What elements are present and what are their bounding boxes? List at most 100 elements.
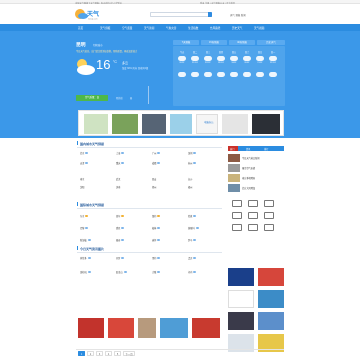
news-photo[interactable] (228, 312, 254, 330)
news-thumb[interactable] (228, 184, 240, 192)
city-row[interactable]: 武汉 (116, 177, 120, 181)
forecast-night[interactable] (189, 70, 201, 78)
city-row[interactable]: 广州 (152, 151, 161, 155)
news-photo[interactable] (138, 318, 156, 338)
site-logo[interactable]: 天气 tianqi.com (75, 7, 103, 21)
city-row[interactable]: 天津 (80, 161, 89, 165)
forecast-night[interactable] (267, 70, 279, 78)
news-thumb[interactable] (228, 164, 240, 172)
aqi-button[interactable]: 空气质量：良 (76, 95, 108, 101)
ad-image[interactable] (170, 114, 192, 134)
forecast-day[interactable]: 周二 21/10° (189, 50, 201, 64)
city-row[interactable]: 柏林 (152, 226, 161, 230)
search-input[interactable] (150, 12, 210, 17)
news-photo[interactable] (228, 268, 254, 286)
forecast-day[interactable]: 今天 20/9° (176, 50, 188, 64)
city-row[interactable]: 多伦多 (80, 256, 92, 260)
nav-item[interactable]: 空气质量 (122, 26, 132, 30)
forecast-night[interactable] (254, 70, 266, 78)
forecast-night[interactable] (176, 70, 188, 78)
forecast-night[interactable] (241, 70, 253, 78)
nav-item[interactable]: 生活指数 (188, 26, 198, 30)
forecast-day[interactable]: 周四 19/10° (215, 50, 227, 64)
nav-item[interactable]: 天气视频 (254, 26, 264, 30)
city-row[interactable]: 巴黎 (80, 226, 89, 230)
city-row[interactable]: 郑州 (152, 185, 156, 189)
tab-15day[interactable]: 15天预报 (201, 40, 227, 45)
tab-7day[interactable]: 7天预报 (173, 40, 199, 45)
city-row[interactable]: 南京 (80, 177, 84, 181)
city-row[interactable]: 里约 (152, 256, 161, 260)
city-row[interactable]: 西安 (152, 177, 156, 181)
page-button[interactable]: 3 (96, 351, 103, 356)
header-links[interactable]: 天气 预报 新闻 (230, 13, 246, 17)
page-button[interactable]: 1 (78, 351, 85, 356)
city-row[interactable]: 纽约 (152, 214, 161, 218)
switch-city-link[interactable]: 切换城市 (93, 43, 103, 47)
ad-image[interactable] (222, 114, 248, 134)
news-thumb[interactable] (228, 154, 240, 162)
page-button[interactable]: 5 (114, 351, 121, 356)
city-row[interactable]: 北京 (80, 151, 89, 155)
city-row[interactable]: 悉尼 (116, 226, 125, 230)
city-row[interactable]: 东京 (80, 214, 89, 218)
news-link[interactable]: 南方多地降雨 (242, 176, 255, 180)
news-photo[interactable] (108, 318, 134, 338)
ad-image[interactable] (112, 114, 138, 134)
tab-history[interactable]: 历史天气 (257, 40, 285, 45)
forecast-day[interactable]: 周一 22/10° (267, 50, 279, 64)
forecast-day[interactable]: 周五 18/9° (228, 50, 240, 64)
forecast-day[interactable]: 周六 20/8° (241, 50, 253, 64)
nav-item[interactable]: 天气预报 (100, 26, 110, 30)
news-photo[interactable] (78, 318, 104, 338)
forecast-day[interactable]: 周日 21/9° (254, 50, 266, 64)
city-row[interactable]: 孟买 (188, 256, 197, 260)
city-row[interactable]: 大阪 (152, 270, 161, 274)
nav-item[interactable]: 历史天气 (232, 26, 242, 30)
city-row[interactable]: 杭州 (188, 161, 197, 165)
city-row[interactable]: 河内 (188, 270, 197, 274)
news-photo[interactable] (258, 312, 284, 330)
city-row[interactable]: 迪拜 (152, 238, 161, 242)
city-row[interactable]: 长沙 (188, 177, 192, 181)
forecast-day[interactable]: 周三 22/11° (202, 50, 214, 64)
right-tab[interactable]: 资讯 (246, 147, 250, 151)
news-link[interactable]: 北方大风降温 (242, 186, 255, 190)
city-row[interactable]: 沈阳 (80, 185, 84, 189)
forecast-night[interactable] (202, 70, 214, 78)
news-photo[interactable] (258, 290, 284, 308)
city-row[interactable]: 上海 (116, 151, 125, 155)
city-row[interactable]: 罗马 (188, 238, 197, 242)
city-row[interactable]: 开罗 (116, 256, 125, 260)
nav-item[interactable]: 气象灾害 (166, 26, 176, 30)
nav-item[interactable]: 天气新闻 (144, 26, 154, 30)
city-row[interactable]: 旧金山 (116, 270, 128, 274)
page-button[interactable]: 2 (87, 351, 94, 356)
city-row[interactable]: 首尔 (116, 214, 125, 218)
ad-image[interactable] (252, 114, 280, 134)
ad-image[interactable] (142, 114, 166, 134)
news-photo[interactable] (160, 318, 188, 338)
city-row[interactable]: 新加坡 (80, 238, 92, 242)
page-button[interactable]: 4 (105, 351, 112, 356)
city-row[interactable]: 福州 (188, 185, 192, 189)
news-photo[interactable] (192, 318, 220, 338)
city-row[interactable]: 成都 (152, 161, 161, 165)
ad-image[interactable] (84, 114, 108, 134)
city-row[interactable]: 莫斯科 (188, 226, 200, 230)
forecast-night[interactable] (228, 70, 240, 78)
city-row[interactable]: 曼谷 (116, 238, 125, 242)
city-row[interactable]: 伦敦 (188, 214, 197, 218)
news-photo[interactable] (228, 290, 254, 308)
right-tab[interactable]: 热门 (230, 147, 234, 151)
news-photo[interactable] (258, 268, 284, 286)
tab-40day[interactable]: 40天预报 (229, 40, 255, 45)
city-row[interactable]: 重庆 (116, 161, 125, 165)
ad-image[interactable] (196, 114, 218, 134)
nav-item[interactable]: 台风路径 (210, 26, 220, 30)
right-tab[interactable]: 排行 (264, 147, 268, 151)
nav-item[interactable]: 首页 (78, 26, 83, 30)
search-button[interactable] (208, 12, 212, 17)
next-page-button[interactable]: 下一页 (123, 351, 135, 356)
news-thumb[interactable] (228, 174, 240, 182)
